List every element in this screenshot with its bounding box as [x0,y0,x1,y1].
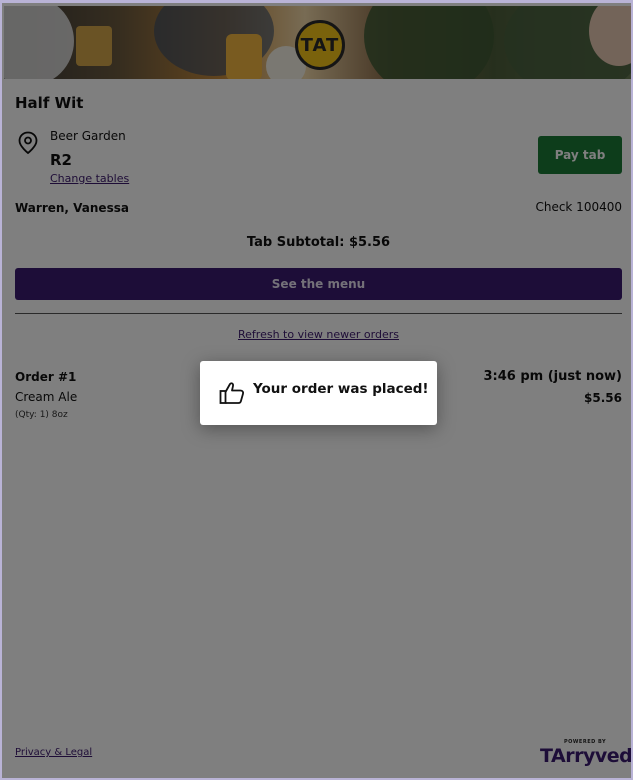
toast-message: Your order was placed! [253,381,429,397]
app-frame: TAT Half Wit Beer Garden R2 Change table… [0,0,633,780]
order-placed-toast: Your order was placed! [200,361,437,425]
thumbs-up-icon [219,382,245,404]
